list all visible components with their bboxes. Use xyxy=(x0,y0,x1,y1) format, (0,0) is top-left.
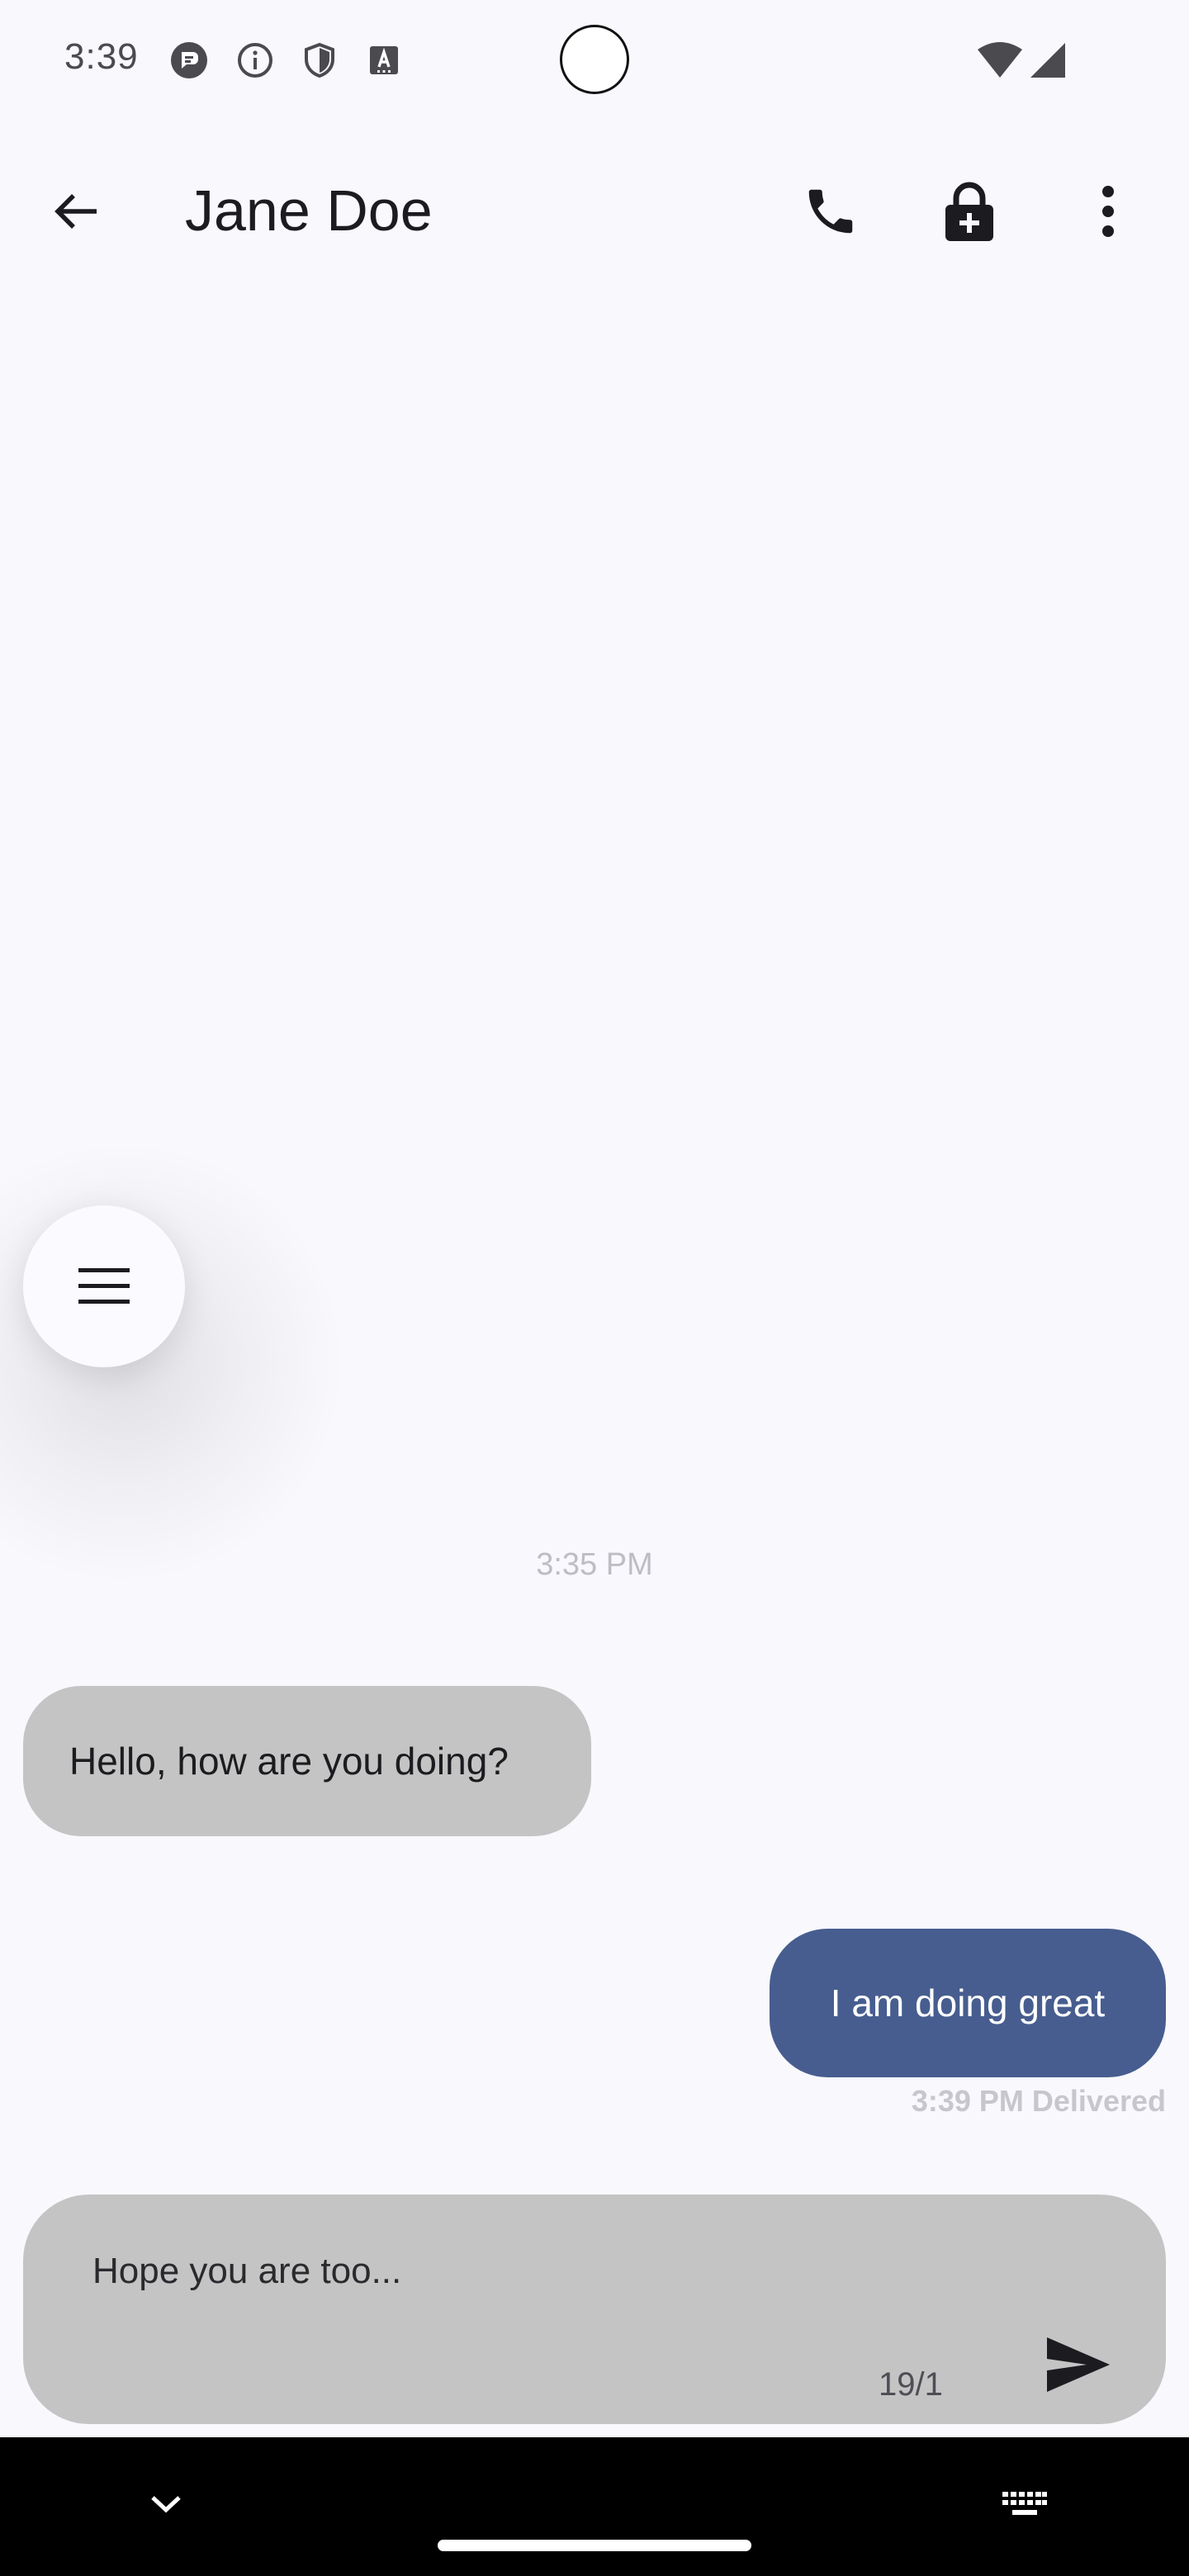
translate-icon xyxy=(365,41,403,79)
message-notification-icon xyxy=(170,41,208,79)
message-status: 3:39 PM Delivered xyxy=(911,2084,1166,2118)
conversation-title: Jane Doe xyxy=(185,178,433,243)
lock-plus-icon xyxy=(945,182,993,241)
outgoing-message-bubble[interactable]: I am doing great xyxy=(770,1929,1166,2077)
keyboard-icon xyxy=(1002,2492,1047,2515)
shield-icon xyxy=(301,41,339,79)
phone-icon xyxy=(808,189,853,234)
status-time: 3:39 xyxy=(64,36,139,77)
encryption-button[interactable] xyxy=(930,172,1009,251)
home-gesture-handle[interactable] xyxy=(438,2540,751,2551)
back-button[interactable] xyxy=(36,172,116,251)
menu-icon xyxy=(78,1268,130,1304)
send-button[interactable] xyxy=(1032,2318,1125,2411)
chevron-down-icon xyxy=(151,2496,181,2513)
send-icon xyxy=(1047,2337,1110,2392)
time-separator: 3:35 PM xyxy=(536,1547,653,1582)
keyboard-switch-button[interactable] xyxy=(996,2475,1054,2533)
status-bar: 3:39 xyxy=(0,0,1189,121)
message-text: Hello, how are you doing? xyxy=(69,1740,509,1783)
navigation-bar xyxy=(0,2437,1189,2576)
camera-cutout xyxy=(560,25,629,94)
call-button[interactable] xyxy=(791,172,870,251)
more-vert-icon xyxy=(1102,186,1114,237)
floating-menu-shadow xyxy=(0,1139,347,1585)
floating-menu-button[interactable] xyxy=(23,1205,185,1367)
info-icon xyxy=(236,41,274,79)
message-composer[interactable]: Hope you are too... 19/1 xyxy=(23,2195,1166,2424)
more-options-button[interactable] xyxy=(1068,172,1148,251)
hide-keyboard-button[interactable] xyxy=(137,2475,195,2533)
cellular-signal-icon xyxy=(1029,41,1067,83)
character-counter: 19/1 xyxy=(879,2366,943,2403)
message-input[interactable]: Hope you are too... xyxy=(92,2251,401,2292)
incoming-message-bubble[interactable]: Hello, how are you doing? xyxy=(23,1686,591,1836)
app-bar: Jane Doe xyxy=(0,140,1189,281)
message-text: I am doing great xyxy=(830,1982,1106,2024)
arrow-back-icon xyxy=(54,194,97,229)
messaging-screen: 3:39 Jane Doe 3:35 PM Hello, how are you… xyxy=(0,0,1189,2576)
wifi-icon xyxy=(978,41,1022,83)
